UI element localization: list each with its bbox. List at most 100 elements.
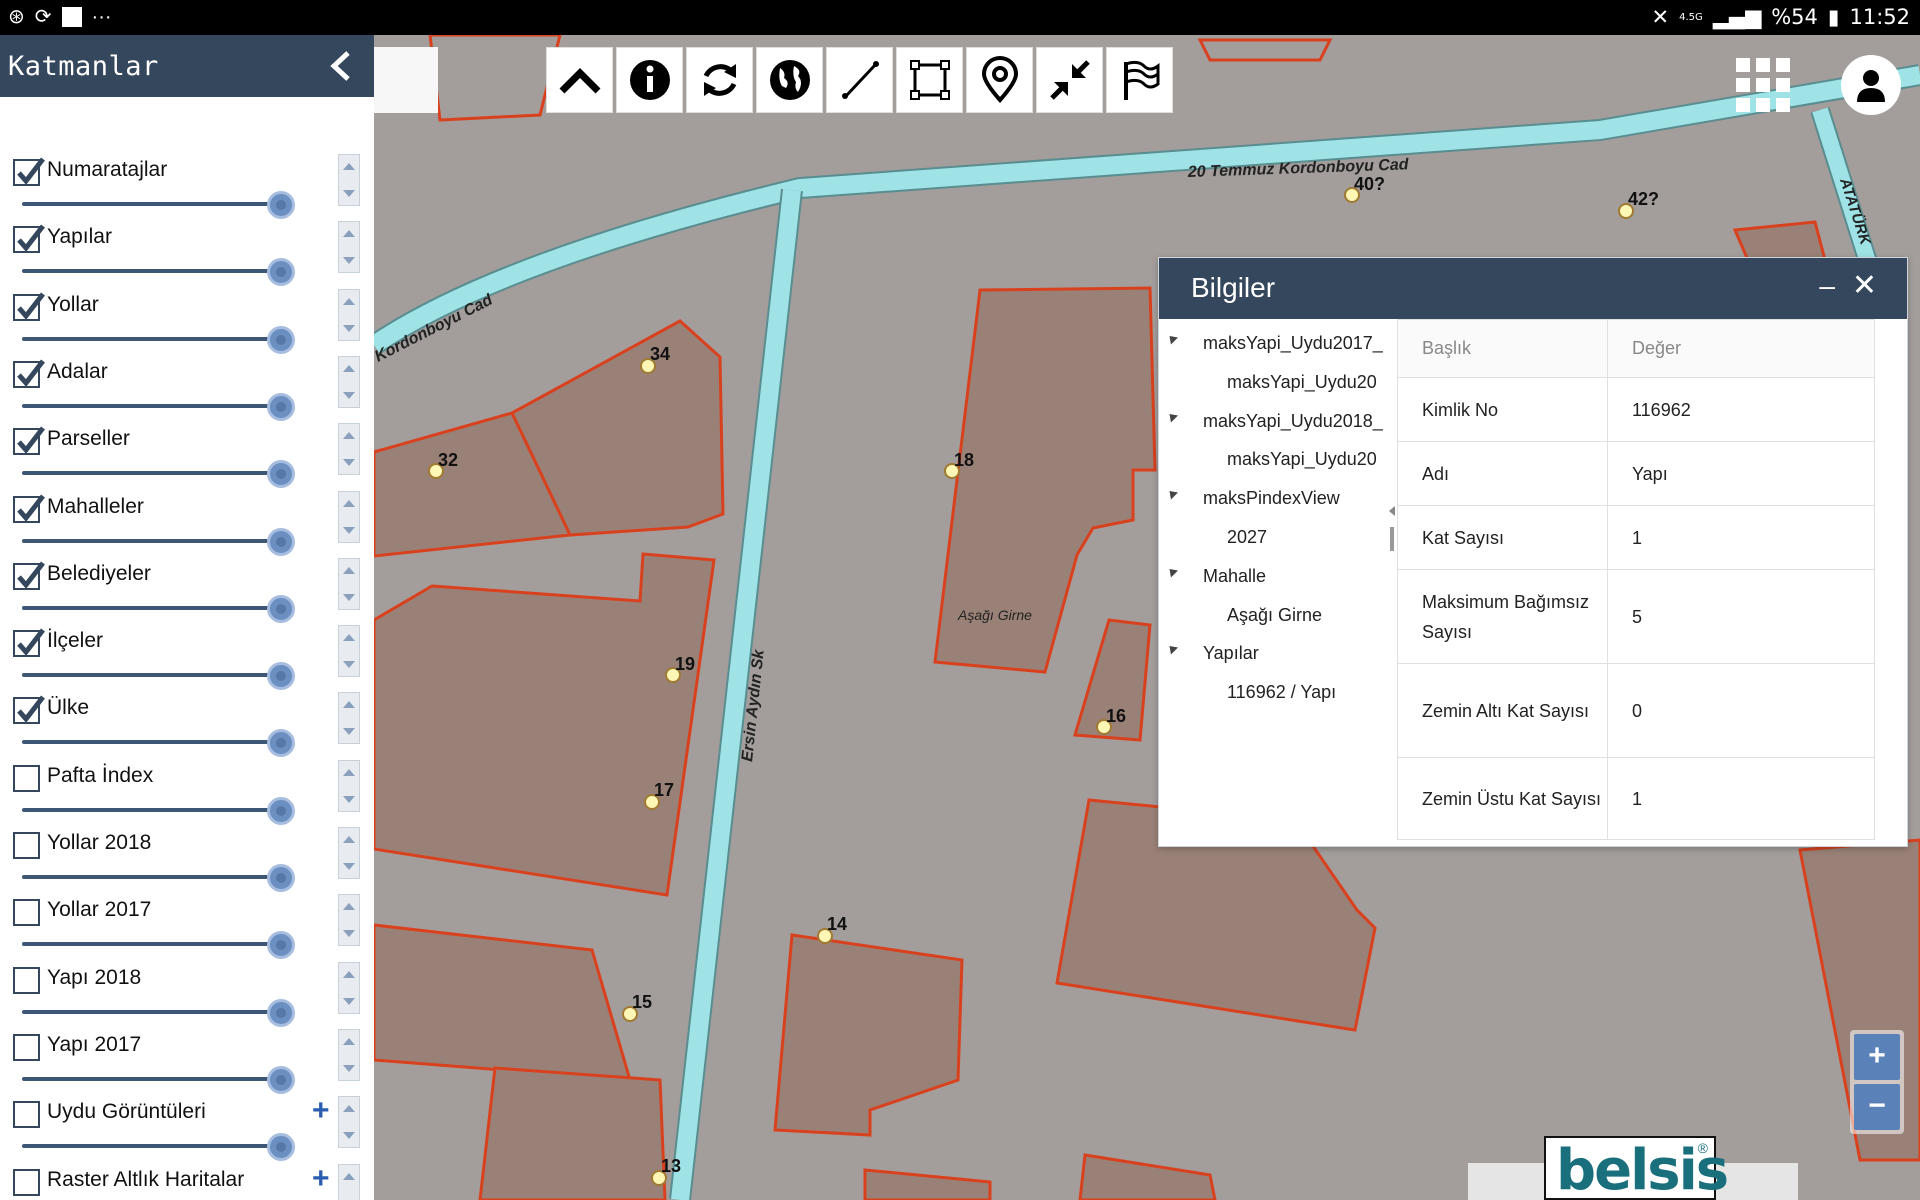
move-up-icon[interactable] xyxy=(343,297,355,305)
layer-checkbox[interactable] xyxy=(13,695,45,725)
opacity-slider-track[interactable] xyxy=(22,202,280,206)
move-up-icon[interactable] xyxy=(343,499,355,507)
layer-order-spinner[interactable] xyxy=(338,557,360,610)
opacity-slider-track[interactable] xyxy=(22,875,280,879)
layer-order-spinner[interactable] xyxy=(338,490,360,543)
user-account-button[interactable] xyxy=(1841,55,1901,115)
zoom-in-button[interactable]: + xyxy=(1854,1034,1900,1080)
layer-checkbox[interactable] xyxy=(13,426,45,456)
tree-group[interactable]: maksPindexView xyxy=(1203,488,1340,509)
tree-expand-icon[interactable] xyxy=(1165,487,1179,500)
opacity-slider-handle[interactable] xyxy=(267,662,295,691)
tree-leaf[interactable]: 2027 xyxy=(1227,527,1267,548)
layer-checkbox[interactable] xyxy=(13,832,40,859)
tree-group[interactable]: Mahalle xyxy=(1203,566,1266,587)
opacity-slider-track[interactable] xyxy=(22,538,280,543)
move-down-icon[interactable] xyxy=(343,661,355,669)
layer-checkbox[interactable] xyxy=(13,359,45,388)
move-down-icon[interactable] xyxy=(343,1064,355,1072)
tree-expand-icon[interactable] xyxy=(1165,565,1179,578)
layer-checkbox[interactable] xyxy=(13,966,40,994)
close-icon[interactable]: ✕ xyxy=(1852,268,1877,303)
opacity-slider-handle[interactable] xyxy=(267,931,295,960)
zoom-out-button[interactable]: − xyxy=(1854,1084,1900,1130)
expand-plus-icon[interactable]: + xyxy=(312,1096,330,1126)
move-down-icon[interactable] xyxy=(343,997,355,1005)
opacity-slider-handle[interactable] xyxy=(267,998,295,1027)
opacity-slider-track[interactable] xyxy=(22,673,280,678)
tree-group[interactable]: Yapılar xyxy=(1203,643,1259,664)
tree-leaf[interactable]: 116962 / Yapı xyxy=(1227,682,1336,703)
layer-order-spinner[interactable] xyxy=(338,288,360,341)
opacity-slider-handle[interactable] xyxy=(267,796,295,825)
info-button[interactable] xyxy=(616,47,683,113)
move-up-icon[interactable] xyxy=(343,836,355,843)
move-down-icon[interactable] xyxy=(343,257,355,265)
opacity-slider-handle[interactable] xyxy=(267,527,295,556)
move-up-icon[interactable] xyxy=(343,701,355,709)
layer-order-spinner[interactable] xyxy=(338,961,360,1014)
tree-leaf[interactable]: Aşağı Girne xyxy=(1227,605,1322,626)
layer-order-spinner[interactable] xyxy=(338,221,360,274)
move-up-icon[interactable] xyxy=(343,566,355,574)
layer-checkbox[interactable] xyxy=(13,899,40,927)
tree-expand-icon[interactable] xyxy=(1165,332,1179,345)
move-down-icon[interactable] xyxy=(343,324,355,332)
layer-checkbox[interactable] xyxy=(13,224,45,254)
layer-order-spinner[interactable] xyxy=(338,827,360,879)
search-box[interactable] xyxy=(374,47,438,113)
move-down-icon[interactable] xyxy=(343,459,355,467)
layer-order-spinner[interactable] xyxy=(338,355,360,408)
opacity-slider-track[interactable] xyxy=(22,942,280,947)
layer-checkbox[interactable] xyxy=(13,157,45,186)
tree-leaf[interactable]: maksYapi_Uydu20 xyxy=(1227,372,1377,393)
layer-checkbox[interactable] xyxy=(13,292,45,321)
opacity-slider-handle[interactable] xyxy=(267,864,295,892)
move-up-icon[interactable] xyxy=(343,1037,355,1045)
layer-checkbox[interactable] xyxy=(13,1033,40,1061)
opacity-slider-track[interactable] xyxy=(22,403,280,408)
move-up-icon[interactable] xyxy=(343,1172,355,1180)
opacity-slider-track[interactable] xyxy=(22,740,280,745)
move-up-icon[interactable] xyxy=(343,230,355,238)
move-up-icon[interactable] xyxy=(343,163,355,170)
layer-order-spinner[interactable] xyxy=(338,692,360,745)
layer-checkbox[interactable] xyxy=(13,493,45,523)
opacity-slider-handle[interactable] xyxy=(267,392,295,421)
opacity-slider-track[interactable] xyxy=(22,1144,280,1149)
move-down-icon[interactable] xyxy=(343,391,355,399)
opacity-slider-handle[interactable] xyxy=(267,460,295,489)
layer-checkbox[interactable] xyxy=(13,561,45,590)
expand-plus-icon[interactable]: + xyxy=(312,1163,330,1193)
opacity-slider-track[interactable] xyxy=(22,1009,280,1014)
layer-checkbox[interactable] xyxy=(13,1168,40,1196)
refresh-button[interactable] xyxy=(686,47,753,113)
layer-order-spinner[interactable] xyxy=(338,1096,360,1149)
location-pin-button[interactable] xyxy=(966,47,1033,113)
move-down-icon[interactable] xyxy=(343,190,355,197)
shrink-button[interactable] xyxy=(1036,47,1103,113)
move-up-icon[interactable] xyxy=(343,634,355,642)
move-down-icon[interactable] xyxy=(343,593,355,601)
move-up-icon[interactable] xyxy=(343,970,355,978)
collapse-panel-button[interactable] xyxy=(326,49,356,83)
layer-checkbox[interactable] xyxy=(13,628,45,658)
opacity-slider-track[interactable] xyxy=(22,605,280,610)
collapse-up-button[interactable] xyxy=(546,47,613,113)
layer-order-spinner[interactable] xyxy=(338,625,360,678)
move-down-icon[interactable] xyxy=(343,863,355,870)
move-down-icon[interactable] xyxy=(343,930,355,938)
apps-grid-button[interactable] xyxy=(1736,58,1790,112)
opacity-slider-track[interactable] xyxy=(22,1076,280,1081)
opacity-slider-handle[interactable] xyxy=(267,594,295,623)
opacity-slider-handle[interactable] xyxy=(267,258,295,287)
opacity-slider-handle[interactable] xyxy=(267,729,295,758)
minimize-icon[interactable]: – xyxy=(1819,270,1835,302)
panel-splitter[interactable] xyxy=(1387,319,1397,844)
layer-order-spinner[interactable] xyxy=(338,894,360,947)
globe-button[interactable] xyxy=(756,47,823,113)
move-down-icon[interactable] xyxy=(343,526,355,534)
layer-checkbox[interactable] xyxy=(13,764,40,792)
opacity-slider-handle[interactable] xyxy=(267,325,295,354)
opacity-slider-handle[interactable] xyxy=(267,1065,295,1094)
